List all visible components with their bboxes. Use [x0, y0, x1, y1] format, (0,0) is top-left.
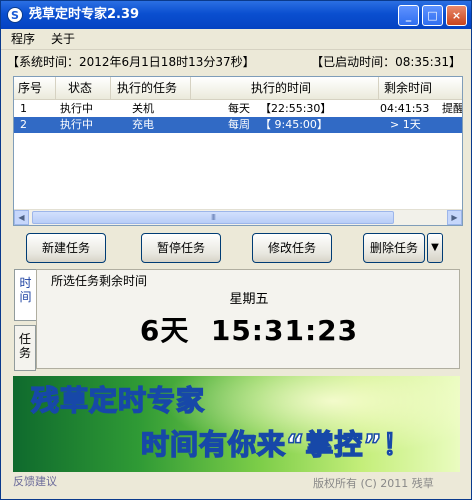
promo-banner[interactable]: 残草定时专家 时间有你来“掌控”！: [13, 376, 460, 472]
edit-task-button[interactable]: 修改任务: [252, 233, 332, 263]
close-button[interactable]: ×: [446, 5, 467, 26]
window-title: 残草定时专家2.39: [29, 7, 140, 22]
tab-task-label: 任务: [19, 332, 32, 360]
banner-slogan: 时间有你来“掌控”！: [140, 427, 412, 462]
column-header-task[interactable]: 执行的任务: [111, 77, 191, 99]
title-bar[interactable]: S 残草定时专家2.39 _ □ ×: [1, 1, 471, 29]
task-row[interactable]: 1 执行中 关机 每天 【22:55:30】 04:41:53 提醒: [14, 101, 462, 117]
panel-title: 所选任务剩余时间: [51, 274, 148, 288]
tab-time[interactable]: 时间: [14, 269, 36, 321]
maximize-button[interactable]: □: [422, 5, 443, 26]
menu-program[interactable]: 程序: [11, 32, 35, 46]
column-header-index[interactable]: 序号: [14, 77, 56, 99]
row-status: 执行中: [60, 118, 93, 131]
row-status: 执行中: [60, 102, 93, 115]
column-header-time[interactable]: 执行的时间: [191, 77, 379, 99]
row-time: 【 9:45:00】: [260, 118, 328, 131]
row-period: 每周: [228, 118, 250, 131]
task-row-selected[interactable]: 2 执行中 充电 每周 【 9:45:00】 > 1天: [14, 117, 462, 133]
row-task: 充电: [132, 118, 154, 131]
column-header-status[interactable]: 状态: [56, 77, 111, 99]
task-list-header: 序号 状态 执行的任务 执行的时间 剩余时间: [14, 77, 462, 100]
delete-task-button[interactable]: 删除任务: [363, 233, 425, 263]
tab-task[interactable]: 任务: [14, 325, 36, 371]
weekday-label: 星期五: [229, 292, 269, 307]
tab-time-label: 时间: [19, 276, 32, 304]
scroll-thumb[interactable]: III: [32, 211, 394, 224]
countdown-display: 6天 15:31:23: [139, 314, 359, 347]
row-remaining: 04:41:53: [380, 102, 430, 115]
feedback-link[interactable]: 反馈建议: [13, 475, 163, 489]
row-period: 每天: [228, 102, 250, 115]
menu-bar: 程序 关于: [1, 29, 471, 50]
app-window: S 残草定时专家2.39 _ □ × 程序 关于 【系统时间：2012年6月1日…: [0, 0, 472, 500]
row-index: 1: [20, 102, 27, 115]
scroll-right-icon[interactable]: ▶: [447, 210, 462, 225]
column-header-remaining[interactable]: 剩余时间: [379, 77, 462, 99]
remaining-time-panel: 所选任务剩余时间 星期五 6天 15:31:23: [36, 269, 460, 369]
menu-about[interactable]: 关于: [51, 32, 75, 46]
row-index: 2: [20, 118, 27, 131]
banner-title: 残草定时专家: [30, 383, 206, 418]
new-task-button[interactable]: 新建任务: [26, 233, 106, 263]
minimize-button[interactable]: _: [398, 5, 419, 26]
pause-task-button[interactable]: 暂停任务: [141, 233, 221, 263]
horizontal-scrollbar[interactable]: ◀ III ▶: [14, 209, 462, 225]
copyright-text: 版权所有 (C) 2011 残草: [313, 477, 434, 490]
row-extra: 提醒: [442, 102, 462, 115]
scroll-left-icon[interactable]: ◀: [14, 210, 29, 225]
uptime-label: 【已启动时间：08:35:31】: [311, 55, 461, 69]
app-icon[interactable]: S: [7, 7, 23, 23]
status-line: 【系统时间：2012年6月1日18时13分37秒】 【已启动时间：08:35:3…: [1, 53, 471, 71]
row-time: 【22:55:30】: [260, 102, 332, 115]
system-time-label: 【系统时间：2012年6月1日18时13分37秒】: [7, 55, 255, 69]
delete-dropdown-icon[interactable]: ▼: [427, 233, 443, 263]
row-remaining: > 1天: [390, 118, 421, 131]
task-list[interactable]: 序号 状态 执行的任务 执行的时间 剩余时间 1 执行中 关机 每天 【22:5…: [13, 76, 463, 226]
row-task: 关机: [132, 102, 154, 115]
